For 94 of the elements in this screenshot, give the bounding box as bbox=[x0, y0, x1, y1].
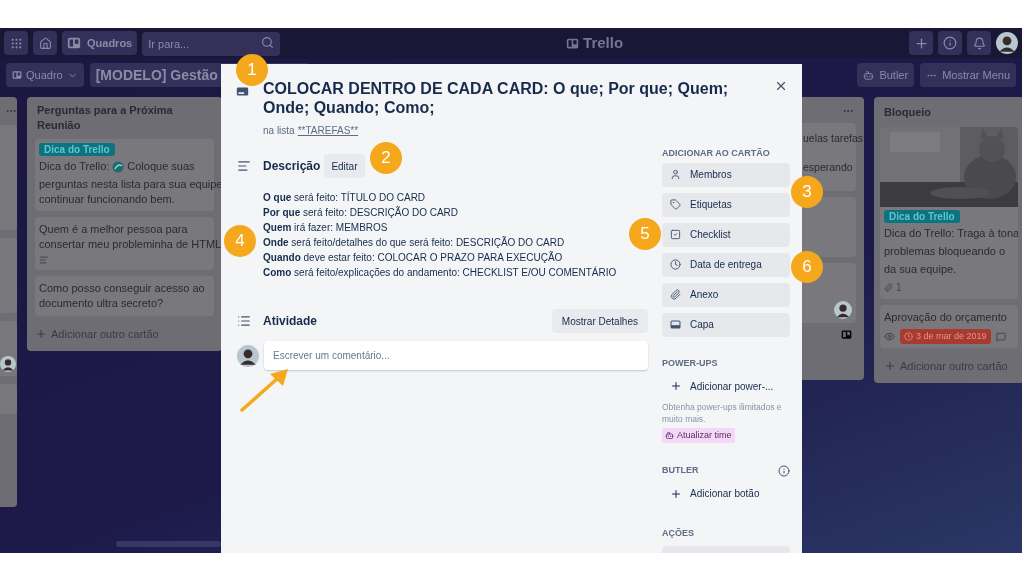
board-icon bbox=[841, 329, 852, 340]
add-butler-button[interactable]: Adicionar botão bbox=[662, 482, 790, 505]
info-button[interactable] bbox=[938, 31, 962, 55]
label-tag: Dica do Trello bbox=[39, 143, 115, 156]
sidebar-button[interactable]: Data de entrega bbox=[662, 252, 790, 277]
comment-field[interactable]: Escrever um comentário... bbox=[264, 341, 648, 370]
promo-text: Obtenha power-ups ilimitados e muito mais. bbox=[662, 401, 783, 425]
comment-icon bbox=[995, 331, 1006, 342]
avatar[interactable] bbox=[996, 32, 1018, 54]
card-text: Quem é a melhor pessoa para consertar meu probleminha de HTML bbox=[39, 222, 223, 252]
card[interactable] bbox=[0, 321, 17, 376]
plus-icon bbox=[670, 380, 682, 392]
label-tag: Dica do Trello bbox=[884, 209, 960, 223]
card-text: Dica do Trello: bbox=[39, 159, 110, 174]
boards-button[interactable]: Quadros bbox=[62, 31, 138, 55]
card-icon bbox=[236, 85, 249, 98]
show-menu-button[interactable]: Mostrar Menu bbox=[920, 63, 1016, 87]
sidebar-button[interactable]: Membros bbox=[662, 162, 790, 187]
checkbox-icon bbox=[670, 229, 681, 240]
eye-icon bbox=[884, 331, 895, 342]
board-icon bbox=[67, 36, 81, 50]
description-line: Quando deve estar feito: COLOCAR O PRAZO PARA EXECUÇÃO bbox=[263, 250, 563, 265]
info-icon[interactable] bbox=[778, 464, 790, 477]
due-date-badge: 3 de mar de 2019 bbox=[900, 329, 991, 344]
list-link[interactable]: **TAREFAS** bbox=[297, 123, 359, 138]
upgrade-button[interactable]: Atualizar time bbox=[662, 428, 735, 443]
board-menu-button[interactable]: Quadro bbox=[6, 63, 84, 87]
close-icon bbox=[774, 79, 788, 93]
description-line: Por que será feito: DESCRIÇÃO DO CARD bbox=[263, 205, 459, 220]
bell-icon bbox=[972, 36, 986, 50]
card-text: perguntas nesta lista para sua equipe continuar funcionando bem. bbox=[39, 177, 224, 207]
arrow bbox=[238, 366, 290, 414]
section-heading: Atividade bbox=[263, 313, 317, 330]
person-icon bbox=[670, 169, 681, 180]
card-text: esperando bbox=[803, 160, 853, 175]
sidebar-button[interactable]: Anexo bbox=[662, 282, 790, 307]
description-icon bbox=[39, 255, 49, 265]
card-text: Coloque suas bbox=[127, 159, 195, 174]
activity-icon bbox=[237, 314, 251, 328]
butler-button[interactable]: Butler bbox=[857, 63, 915, 87]
plus-icon bbox=[35, 328, 47, 341]
apps-button[interactable] bbox=[4, 31, 28, 55]
avatar[interactable] bbox=[834, 301, 852, 319]
list-info: na lista bbox=[263, 124, 295, 138]
section-label: BUTLER bbox=[662, 464, 699, 477]
search-field[interactable]: Ir para... bbox=[142, 32, 281, 56]
section-label: AÇÕES bbox=[662, 526, 695, 540]
avatar[interactable] bbox=[237, 344, 259, 367]
card-text: da sua equipe. bbox=[883, 261, 958, 277]
section-label: POWER-UPS bbox=[662, 356, 719, 370]
apps-icon bbox=[9, 36, 23, 50]
card[interactable]: Como posso conseguir acesso ao documento ultra secreto? bbox=[35, 276, 214, 316]
search-icon bbox=[261, 36, 275, 49]
section-label: ADICIONAR AO CARTÃO bbox=[662, 147, 771, 160]
info-icon bbox=[943, 36, 957, 50]
card-text: Como posso conseguir acesso ao documento ultra secreto? bbox=[39, 281, 206, 311]
home-button[interactable] bbox=[33, 31, 57, 55]
paperclip-icon bbox=[884, 282, 893, 292]
list-title[interactable]: Bloqueio bbox=[880, 104, 1018, 121]
avatar[interactable] bbox=[0, 356, 16, 372]
notifications-button[interactable] bbox=[967, 31, 991, 55]
plus-icon bbox=[670, 487, 682, 500]
sidebar-button[interactable]: Capa bbox=[662, 312, 790, 337]
list-title[interactable]: Perguntas para a Próxima Reunião bbox=[35, 103, 185, 133]
description-icon bbox=[237, 159, 251, 173]
board-icon bbox=[12, 70, 22, 80]
description-line: O que será feito: TÍTULO DO CARD bbox=[263, 190, 426, 205]
add-button[interactable] bbox=[909, 31, 933, 55]
sidebar-button[interactable]: Etiquetas bbox=[662, 192, 790, 217]
description-line: Como será feito/explicações do andamento: CHECKLIST E/OU COMENTÁRIO bbox=[263, 265, 617, 280]
sticker-icon bbox=[112, 160, 125, 173]
sidebar-button[interactable]: Checklist bbox=[662, 222, 790, 247]
card-text: problemas bloqueando o bbox=[883, 243, 1007, 259]
home-icon bbox=[38, 36, 52, 50]
card[interactable]: Aprovação do orçamento 3 de mar de 2019 bbox=[880, 304, 1018, 348]
tag-icon bbox=[670, 199, 681, 210]
plus-icon bbox=[913, 35, 929, 51]
card-text: uelas tarefas bbox=[803, 131, 864, 146]
card-cover-icon bbox=[670, 319, 681, 330]
card-text: Aprovação do orçamento bbox=[884, 309, 1008, 325]
edit-button[interactable]: Editar bbox=[324, 154, 365, 178]
paperclip-icon bbox=[670, 289, 681, 300]
show-details-button[interactable]: Mostrar Detalhes bbox=[551, 309, 648, 333]
description-line: Quem irá fazer: MEMBROS bbox=[263, 221, 388, 235]
clock-icon bbox=[904, 332, 913, 341]
board-icon bbox=[566, 36, 580, 50]
robot-icon bbox=[863, 69, 875, 81]
robot-icon bbox=[665, 431, 674, 440]
add-power-up-button[interactable]: Adicionar power-... bbox=[662, 375, 790, 397]
section-heading: Descrição bbox=[263, 158, 321, 175]
logo[interactable]: Trello bbox=[566, 31, 624, 55]
clock-icon bbox=[670, 259, 681, 270]
description-line: Onde será feito/detalhes do que será feito: DESCRIÇÃO DO CARD bbox=[263, 235, 565, 250]
plus-icon bbox=[884, 360, 896, 373]
